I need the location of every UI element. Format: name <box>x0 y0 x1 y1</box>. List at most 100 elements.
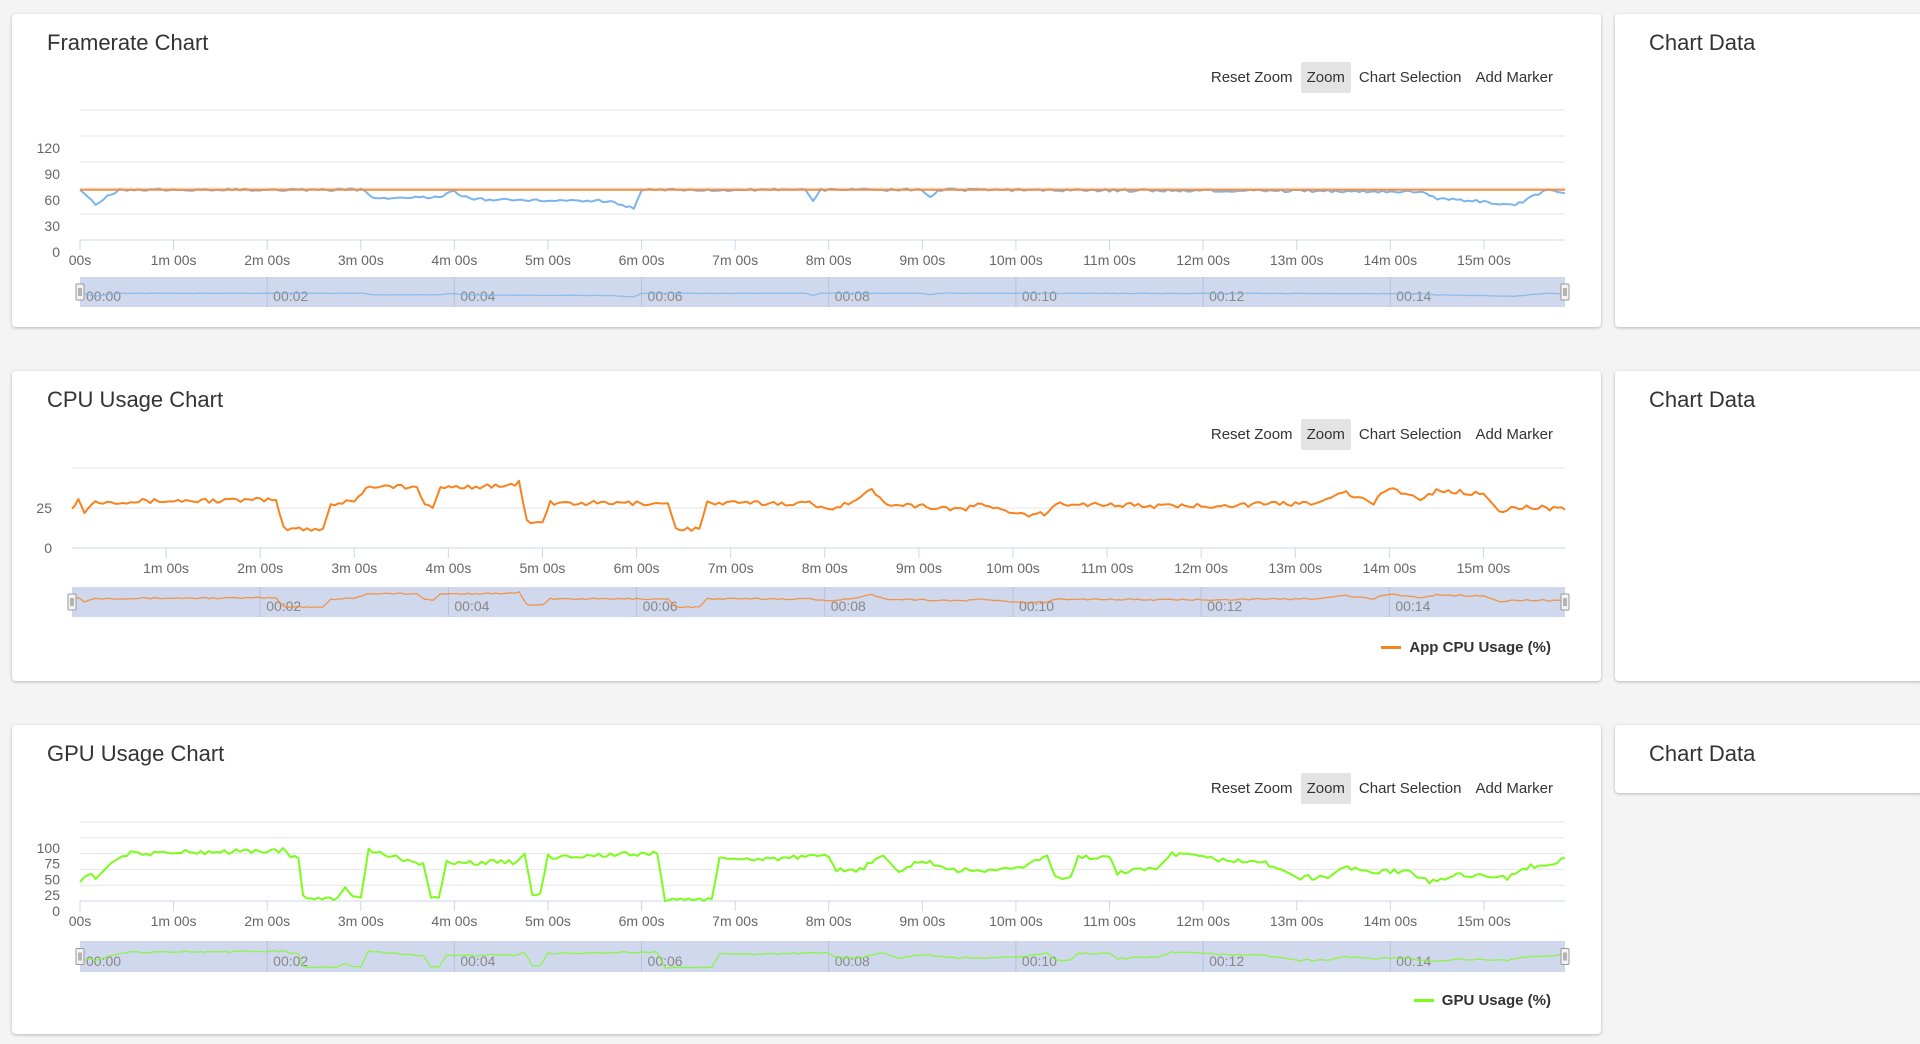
x-tick-label: 14m 00s <box>1363 252 1417 268</box>
x-tick-label: 12m 00s <box>1176 252 1230 268</box>
navigator-label: 00:02 <box>273 288 308 304</box>
panel-title: Chart Data <box>1649 30 1756 55</box>
x-tick-label: 2m 00s <box>237 560 283 576</box>
navigator-right-handle[interactable] <box>1560 948 1570 965</box>
panel-title: Chart Data <box>1649 741 1756 766</box>
x-tick-label: 4m 00s <box>431 913 477 929</box>
legend-swatch <box>1413 999 1434 1002</box>
grid-lines <box>80 109 1565 241</box>
x-tick-label: 1m 00s <box>143 560 189 576</box>
framerate-data-panel: Chart Data <box>1615 14 1920 327</box>
x-tick-label: 3m 00s <box>338 252 384 268</box>
cpu-card: CPU Usage Chart Reset Zoom Zoom Chart Se… <box>12 371 1601 681</box>
x-tick-label: 5m 00s <box>520 560 566 576</box>
framerate-card: Framerate Chart Reset Zoom Zoom Chart Se… <box>12 14 1601 327</box>
navigator-label: 00:06 <box>648 953 683 969</box>
x-tick-label: 11m 00s <box>1081 560 1134 576</box>
cpu-chart[interactable]: 0 25 1m 00s 2m 00s 3m 00s 4m 00s 5m 00s 6m 00s 7… <box>12 371 1601 681</box>
series-line-cpu[interactable] <box>71 479 1566 532</box>
series-line-gpu[interactable] <box>79 847 1566 902</box>
x-tick-label: 5m 00s <box>525 913 571 929</box>
x-tick-label: 12m 00s <box>1174 560 1228 576</box>
x-tick-label: 8m 00s <box>806 913 852 929</box>
legend-label: GPU Usage (%) <box>1441 992 1551 1009</box>
navigator-right-handle[interactable] <box>1560 283 1570 301</box>
x-tick-label: 1m 00s <box>151 913 197 929</box>
navigator-left-handle[interactable] <box>67 593 77 611</box>
x-tick-label: 11m 00s <box>1083 913 1136 929</box>
navigator-label: 00:00 <box>86 288 121 304</box>
navigator-label: 00:10 <box>1022 288 1057 304</box>
navigator-label: 00:08 <box>835 288 870 304</box>
y-tick-label: 50 <box>44 871 60 887</box>
x-tick-label: 6m 00s <box>614 560 660 576</box>
gpu-chart[interactable]: 0255075100 00s 1m 00s 2m 00s 3m 00s 4m 00s 5m … <box>12 725 1601 1034</box>
x-tick-label: 10m 00s <box>989 913 1043 929</box>
x-tick-label: 9m 00s <box>899 252 945 268</box>
x-tick-label: 15m 00s <box>1457 913 1511 929</box>
handle-grip[interactable] <box>75 283 85 301</box>
x-tick-label: 12m 00s <box>1176 913 1230 929</box>
x-tick-label: 4m 00s <box>425 560 471 576</box>
y-tick-label: 25 <box>44 887 60 903</box>
x-tick-label: 6m 00s <box>619 913 665 929</box>
navigator-right-handle[interactable] <box>1560 593 1570 611</box>
navigator[interactable]: 00:00 00:02 00:04 00:06 00:08 00:10 00:12 00:14 <box>75 277 1570 307</box>
navigator-left-handle[interactable] <box>75 948 85 965</box>
navigator-left-handle[interactable] <box>75 283 85 301</box>
chart-legend[interactable]: GPU Usage (%) <box>1413 992 1551 1009</box>
panel-title: Chart Data <box>1649 387 1756 412</box>
legend-label: App CPU Usage (%) <box>1409 639 1551 656</box>
navigator-label: 00:14 <box>1395 598 1430 614</box>
navigator[interactable]: 00:02 00:04 00:06 00:08 00:10 00:12 00:14 <box>67 587 1570 617</box>
navigator-label: 00:04 <box>454 598 489 614</box>
x-tick-label: 14m 00s <box>1363 560 1417 576</box>
handle-grip[interactable] <box>67 593 77 611</box>
navigator-label: 00:12 <box>1209 953 1244 969</box>
x-tick-label: 7m 00s <box>712 913 758 929</box>
chart-legend[interactable]: App CPU Usage (%) <box>1381 639 1551 656</box>
navigator-label: 00:06 <box>648 288 683 304</box>
y-tick-label: 90 <box>44 166 60 182</box>
handle-grip[interactable] <box>1560 948 1570 965</box>
x-tick-label: 9m 00s <box>899 913 945 929</box>
x-tick-label: 3m 00s <box>338 913 384 929</box>
y-tick-label: 75 <box>44 856 60 872</box>
x-tick-label: 10m 00s <box>986 560 1040 576</box>
y-tick-label: 0 <box>52 244 60 260</box>
x-tick-label: 00s <box>69 252 92 268</box>
x-tick-label: 00s <box>69 913 92 929</box>
x-tick-label: 2m 00s <box>244 913 290 929</box>
x-tick-label: 8m 00s <box>806 252 852 268</box>
series-line-framerate[interactable] <box>79 187 1566 210</box>
navigator-label: 00:12 <box>1209 288 1244 304</box>
y-tick-label: 25 <box>36 500 52 516</box>
x-tick-label: 4m 00s <box>431 252 477 268</box>
handle-grip[interactable] <box>1560 593 1570 611</box>
cpu-data-panel: Chart Data <box>1615 371 1920 681</box>
navigator-label: 00:00 <box>86 953 121 969</box>
y-tick-label: 120 <box>37 140 61 156</box>
x-tick-label: 2m 00s <box>244 252 290 268</box>
framerate-chart[interactable]: 0 30 60 90 120 00s 1m 00s 2m 00s 3m 00s 4m 00s 5m … <box>12 14 1601 327</box>
x-tick-label: 13m 00s <box>1268 560 1322 576</box>
gpu-card: GPU Usage Chart Reset Zoom Zoom Chart Se… <box>12 725 1601 1034</box>
navigator-label: 00:08 <box>835 953 870 969</box>
navigator-label: 00:06 <box>643 598 678 614</box>
x-tick-label: 5m 00s <box>525 252 571 268</box>
x-tick-label: 11m 00s <box>1083 252 1136 268</box>
handle-grip[interactable] <box>75 948 85 965</box>
x-tick-label: 6m 00s <box>619 252 665 268</box>
handle-grip[interactable] <box>1560 283 1570 301</box>
navigator-label: 00:04 <box>460 288 495 304</box>
navigator-label: 00:14 <box>1396 288 1431 304</box>
y-tick-label: 60 <box>44 192 60 208</box>
x-tick-label: 7m 00s <box>708 560 754 576</box>
x-tick-label: 15m 00s <box>1457 560 1511 576</box>
x-tick-label: 8m 00s <box>802 560 848 576</box>
navigator[interactable]: 00:00 00:02 00:04 00:06 00:08 00:10 00:12 00:14 <box>75 941 1570 972</box>
x-tick-label: 9m 00s <box>896 560 942 576</box>
y-tick-label: 0 <box>52 903 60 919</box>
y-tick-label: 0 <box>44 540 52 556</box>
legend-swatch <box>1381 646 1402 649</box>
